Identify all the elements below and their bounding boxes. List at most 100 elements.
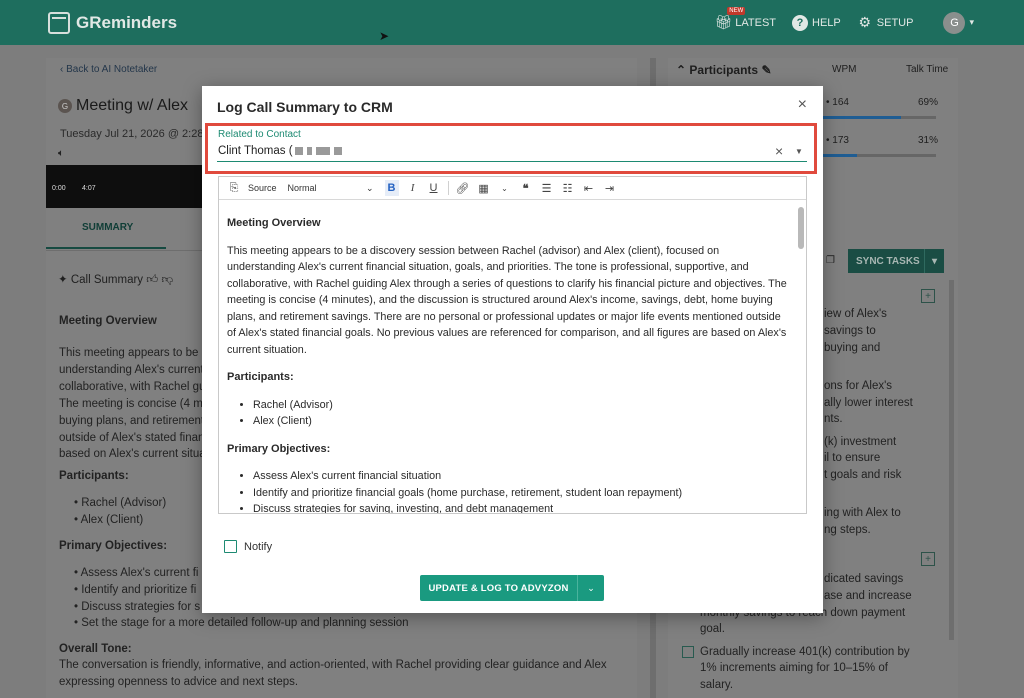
app-name: GReminders (76, 12, 178, 32)
related-contact-label: Related to Contact (218, 129, 301, 140)
sparkle-icon: ✦ (58, 274, 68, 286)
meeting-avatar: G (58, 99, 72, 113)
background-text-line: ons for Alex's (824, 380, 893, 392)
volume-icon[interactable]: 🔈︎ (58, 148, 64, 159)
bold-icon[interactable]: B (384, 180, 399, 196)
participant-talk-time: 31% (918, 135, 939, 146)
redacted-block (315, 146, 330, 155)
background-text-line: • Identify and prioritize fi (74, 584, 197, 596)
close-icon[interactable]: × (798, 96, 807, 114)
meeting-date: Tuesday Jul 21, 2026 @ 2:28 (60, 128, 204, 140)
nav-latest[interactable]: 🎁︎ NEW LATEST (714, 6, 776, 31)
table-icon[interactable]: ▦ (477, 180, 491, 196)
source-button[interactable]: Source (248, 183, 277, 193)
background-text-line: The conversation is friendly, informativ… (59, 659, 607, 671)
outdent-icon[interactable]: ⇤ (582, 180, 596, 196)
link-icon[interactable]: 🔗︎ (456, 180, 470, 196)
plus-icon[interactable]: + (921, 289, 935, 303)
call-summary-header: ✦ Call Summary 👍︎ 👎︎ (58, 272, 173, 287)
modal-title: Log Call Summary to CRM (217, 99, 393, 115)
background-text-line: • Set the stage for a more detailed foll… (74, 617, 409, 629)
participants-label: Participants (689, 63, 759, 77)
app-logo[interactable]: GReminders (48, 11, 178, 34)
new-badge: NEW (727, 6, 746, 15)
underline-icon[interactable]: U (427, 180, 441, 196)
meeting-title: G Meeting w/ Alex (58, 97, 188, 115)
participants-header[interactable]: ⌃ Participants ✎ (676, 63, 772, 77)
background-text-line: buying plans, and retirement (59, 415, 205, 427)
tab-active-indicator (46, 247, 166, 249)
italic-icon[interactable]: I (406, 180, 420, 196)
background-text-line: The meeting is concise (4 mi (59, 398, 206, 410)
clear-icon[interactable]: × (775, 143, 783, 159)
chevron-down-icon[interactable]: ⌄ (577, 575, 604, 601)
editor-content[interactable]: Meeting Overview This meeting appears to… (219, 201, 795, 513)
background-text-line: This meeting appears to be a (59, 347, 208, 359)
participant-talk-time: 69% (918, 97, 939, 108)
talk-time-bar (822, 116, 901, 119)
redacted-block (333, 146, 342, 155)
source-icon[interactable]: ⎘ (227, 180, 241, 196)
related-contact-value: Clint Thomas ( (218, 145, 293, 157)
list-item: Identify and prioritize financial goals … (253, 485, 787, 502)
background-text-line: ing with Alex to (824, 507, 901, 519)
participant-wpm: • 164 (826, 97, 849, 108)
task-checkbox[interactable] (682, 646, 694, 658)
notify-option[interactable]: Notify (224, 540, 272, 553)
participants-list: Rachel (Advisor) Alex (Client) (253, 397, 787, 430)
notify-label: Notify (244, 540, 273, 553)
pencil-icon[interactable]: ✎ (761, 63, 771, 77)
sidebar-scrollbar[interactable] (949, 280, 954, 640)
user-menu[interactable]: G ▾ (929, 11, 974, 34)
background-text-line: based on Alex's current situat (59, 448, 209, 460)
plus-icon[interactable]: + (921, 552, 935, 566)
chevron-down-icon: ▾ (969, 17, 974, 27)
thumbs-down-icon[interactable]: 👎︎ (162, 274, 174, 286)
background-text-line: il to ensure (824, 452, 881, 464)
top-nav: 🎁︎ NEW LATEST ? HELP ⚙ SETUP G ▾ (714, 0, 974, 45)
redacted-block (294, 146, 303, 155)
update-log-button[interactable]: UPDATE & LOG TO ADVYZON ⌄ (420, 575, 604, 601)
background-text-line: (k) investment (824, 436, 897, 448)
background-text-line: Primary Objectives: (59, 540, 168, 552)
background-text-line: savings to (824, 325, 876, 337)
chevron-down-icon[interactable]: ▾ (924, 249, 944, 273)
related-contact-field[interactable]: Clint Thomas ( (218, 145, 344, 157)
tab-summary[interactable]: SUMMARY (82, 222, 133, 233)
top-bar: GReminders 🎁︎ NEW LATEST ? HELP ⚙ SETUP … (0, 0, 1024, 45)
user-avatar: G (943, 11, 966, 34)
background-text-line: expressing openness to advice and next s… (59, 676, 299, 688)
background-text-line: Overall Tone: (59, 643, 132, 655)
back-link[interactable]: ‹ Back to AI Notetaker (60, 64, 157, 75)
rich-text-editor: ⎘ Source Normal ⌄ B I U 🔗︎ ▦ ⌄ ❝ ☰ ☷ ⇤ ⇥… (218, 176, 807, 514)
thumbs-up-icon[interactable]: 👍︎ (146, 274, 158, 286)
call-summary-label: Call Summary (70, 274, 144, 286)
notify-checkbox[interactable] (224, 540, 237, 553)
media-player[interactable]: 0:00 4:07 (46, 165, 206, 208)
background-text-line: goal. (700, 623, 725, 635)
nav-setup-label: SETUP (876, 16, 914, 29)
redacted-block (306, 146, 312, 155)
background-text-line: salary. (700, 679, 734, 691)
nav-help[interactable]: ? HELP (792, 14, 841, 31)
talk-time-bar (822, 154, 857, 157)
chevron-up-icon: ⌃ (676, 63, 687, 77)
background-text-line: outside of Alex's stated finan (59, 432, 205, 444)
toolbar-divider (447, 181, 449, 195)
copy-icon[interactable]: ❐ (826, 255, 835, 266)
log-call-summary-modal: Log Call Summary to CRM × Related to Con… (202, 86, 823, 613)
gear-icon: ⚙ (858, 14, 872, 30)
nav-setup[interactable]: ⚙ SETUP (857, 14, 914, 31)
background-text-line: nts. (824, 413, 843, 425)
format-select[interactable]: Normal ⌄ (284, 180, 378, 196)
background-text-line: • Assess Alex's current fi (74, 567, 199, 579)
indent-icon[interactable]: ⇥ (603, 180, 617, 196)
bulleted-list-icon[interactable]: ☰ (540, 180, 554, 196)
blockquote-icon[interactable]: ❝ (519, 180, 533, 196)
list-item: Discuss strategies for saving, investing… (253, 501, 787, 513)
chevron-down-icon[interactable]: ⌄ (498, 180, 512, 196)
chevron-down-icon[interactable]: ▼ (795, 147, 803, 156)
sync-tasks-button[interactable]: SYNC TASKS ▾ (848, 249, 944, 273)
editor-scrollbar[interactable] (798, 207, 804, 249)
numbered-list-icon[interactable]: ☷ (561, 180, 575, 196)
